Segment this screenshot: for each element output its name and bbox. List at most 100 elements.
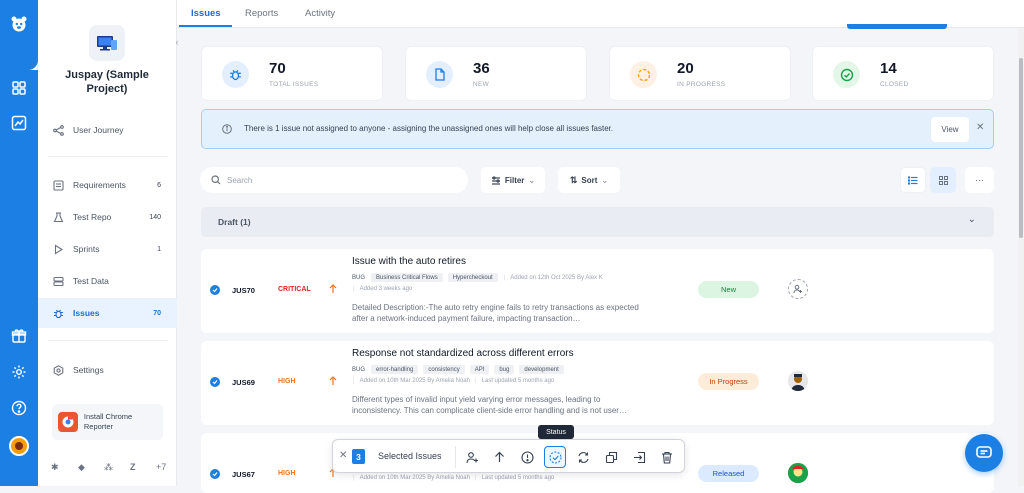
divider [455,446,456,468]
settings-icon[interactable] [0,360,38,384]
zapier-icon[interactable]: Z [130,462,136,472]
status-icon[interactable] [544,446,566,468]
draft-group-header[interactable]: Draft (1) ⌄ [201,207,994,237]
priority-arrow-icon [329,376,337,385]
filter-label: Filter [504,175,525,185]
tab-activity[interactable]: Activity [305,8,335,19]
issue-title[interactable]: Response not standardized across differe… [352,348,574,359]
nav-issues[interactable]: Issues 70 [38,298,177,328]
stat-in-progress: 20 IN PROGRESS [609,46,791,101]
project-sidebar: Juspay (Sample Project) User Journey Req… [38,0,177,486]
search-input[interactable] [227,175,447,185]
stat-value: 36 [473,60,490,77]
slack-icon[interactable]: ✱ [51,462,59,473]
assign-user-icon[interactable] [461,446,483,468]
analytics-icon[interactable] [0,111,38,135]
chat-support-button[interactable] [965,434,1003,472]
check-circle-icon [833,61,860,88]
asana-icon[interactable]: ⁂ [104,462,113,473]
status-badge[interactable]: In Progress [698,373,759,390]
nav-label: Requirements [73,180,126,190]
tab-reports[interactable]: Reports [245,8,278,19]
info-icon [222,124,232,134]
issue-card[interactable]: JUS70 CRITICAL Issue with the auto retir… [201,249,994,333]
sort-button[interactable]: ⇅ Sort ⌄ [558,167,620,193]
journey-icon [53,124,64,136]
nav-requirements[interactable]: Requirements 6 [38,170,177,200]
tab-issues[interactable]: Issues [191,8,221,19]
severity-icon[interactable] [516,446,538,468]
create-issue-button[interactable] [847,24,947,29]
status-badge[interactable]: New [698,281,759,298]
chat-icon [976,446,992,458]
issue-meta: BUG error-handling consistency API bug d… [352,365,569,374]
row-checkbox[interactable] [210,377,220,387]
grid-icon [938,175,948,185]
install-chrome-reporter[interactable]: Install Chrome Reporter [52,404,163,440]
stat-new: 36 NEW [405,46,587,101]
nav-user-journey[interactable]: User Journey [38,115,177,145]
row-checkbox[interactable] [210,469,220,479]
grid-view-button[interactable] [930,167,956,193]
nav-settings[interactable]: Settings [38,355,177,385]
more-options-icon[interactable]: ⋯ [965,167,994,193]
assignee-avatar[interactable] [788,463,808,483]
chrome-card-label: Install Chrome Reporter [83,412,133,431]
issue-title[interactable]: Issue with the auto retires [352,256,466,267]
integrations-more[interactable]: +7 [156,462,166,472]
row-checkbox[interactable] [210,285,220,295]
dashboard-icon[interactable] [0,76,38,100]
list-icon [908,175,918,185]
delete-icon[interactable] [656,446,678,468]
top-tabs: Issues Reports Activity [177,0,1024,29]
draft-group-label: Draft (1) [218,217,251,227]
user-avatar[interactable] [0,434,38,458]
nav-label: Issues [73,308,100,318]
chevron-down-icon: ⌄ [967,214,976,225]
issue-card[interactable]: JUS69 HIGH Response not standardized acr… [201,341,994,425]
priority-label: HIGH [278,378,296,385]
logo-icon[interactable] [0,12,38,36]
active-tab-indicator [179,25,232,27]
stat-label: CLOSED [880,81,909,88]
filter-icon [491,175,500,185]
nav-sprints[interactable]: Sprints 1 [38,234,177,264]
issue-id: JUS69 [232,378,255,387]
test-repo-icon [53,211,64,222]
status-badge[interactable]: Released [698,465,759,482]
export-icon[interactable] [628,446,650,468]
filter-button[interactable]: Filter ⌄ [481,167,545,193]
nav-count: 6 [157,181,161,189]
bug-icon [222,61,249,88]
nav-test-data[interactable]: Test Data [38,266,177,296]
assign-user-icon[interactable] [788,279,808,299]
stat-value: 70 [269,60,286,77]
tag: Hypercheckout [447,273,498,282]
gift-icon[interactable] [0,324,38,348]
nav-count: 1 [157,245,161,253]
selected-count: 3 [352,449,365,464]
help-icon[interactable] [0,396,38,420]
view-button[interactable]: View [931,117,969,142]
stat-value: 20 [677,60,694,77]
tag: API [469,365,490,374]
tag: Business Critical Flows [371,273,443,282]
move-icon[interactable] [572,446,594,468]
list-view-button[interactable] [900,167,926,193]
scrollbar-thumb[interactable] [1019,58,1023,238]
priority-label: HIGH [278,470,296,477]
stat-total-issues: 70 TOTAL ISSUES [201,46,383,101]
collapse-sidebar-icon[interactable]: ‹ [171,36,183,48]
tag: consistency [423,365,465,374]
assignee-avatar[interactable] [788,371,808,391]
clone-icon[interactable] [600,446,622,468]
jira-icon[interactable]: ◆ [78,462,85,473]
nav-count: 140 [149,213,161,221]
nav-test-repo[interactable]: Test Repo 140 [38,202,177,232]
clear-selection-icon[interactable]: ✕ [339,450,347,461]
close-icon[interactable]: ✕ [976,122,984,133]
issue-updated: Last updated 5 months ago [481,378,555,384]
scrollbar[interactable] [1018,28,1024,486]
priority-icon[interactable] [488,446,510,468]
sprint-icon [54,244,64,254]
